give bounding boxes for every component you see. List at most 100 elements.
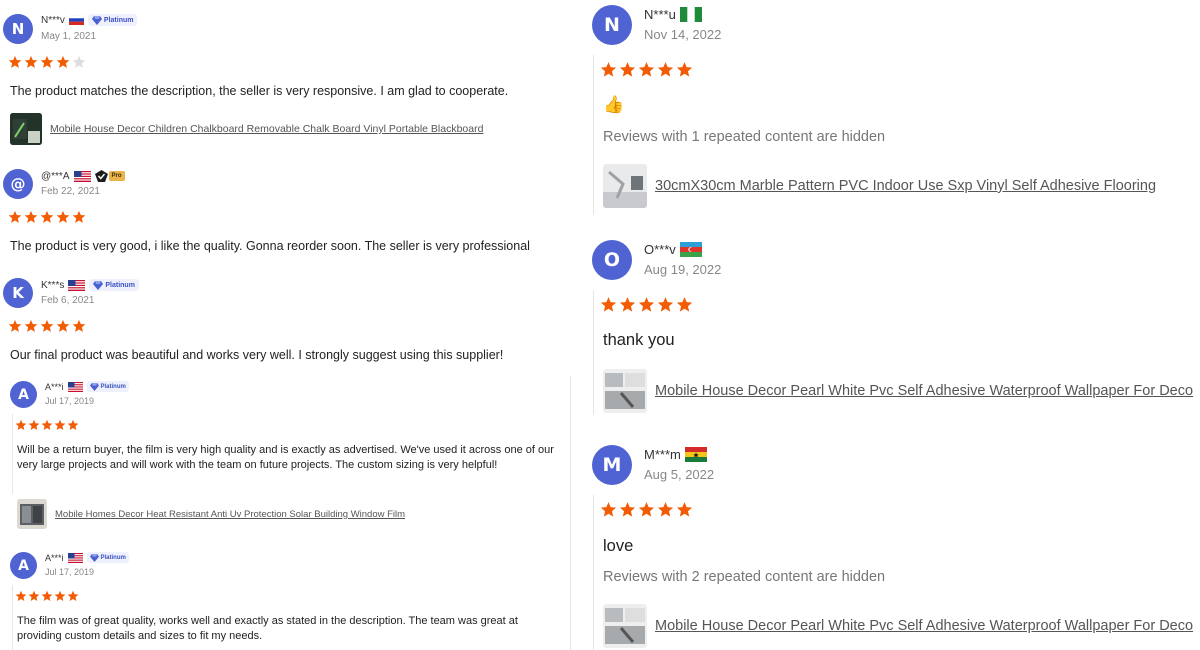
- review-guide-line: [593, 55, 594, 215]
- review-text: love: [603, 537, 634, 555]
- star-filled-icon: [28, 589, 40, 601]
- product-link-text[interactable]: Mobile House Decor Children Chalkboard R…: [50, 123, 483, 135]
- product-thumbnail: [10, 113, 42, 145]
- product-thumbnail: [603, 604, 647, 648]
- badge-label: Platinum: [100, 383, 126, 390]
- rating-stars: [15, 418, 80, 436]
- reviewer-name: @***A: [41, 170, 70, 182]
- star-filled-icon: [600, 501, 617, 518]
- avatar: O: [592, 240, 632, 280]
- azerbaijan-flag-icon: [679, 242, 702, 257]
- review-guide-line: [593, 290, 594, 415]
- diamond-icon: [89, 382, 99, 391]
- product-link-text[interactable]: 30cmX30cm Marble Pattern PVC Indoor Use …: [655, 178, 1156, 194]
- review-text: Will be a return buyer, the film is very…: [17, 444, 554, 471]
- star-filled-icon: [56, 210, 70, 224]
- reviewer-info: A***i Platinum: [45, 381, 129, 392]
- product-link[interactable]: Mobile House Decor Children Chalkboard R…: [10, 113, 483, 145]
- reviewer-info: K***s Platinum: [41, 279, 139, 291]
- review-guide-line: [12, 414, 13, 494]
- star-filled-icon: [638, 501, 655, 518]
- star-filled-icon: [54, 589, 66, 601]
- platinum-badge: Platinum: [86, 381, 129, 392]
- badge-label: Platinum: [105, 281, 135, 289]
- reviewer-name: M***m: [644, 447, 681, 462]
- rating-stars: [600, 296, 695, 318]
- review-text: The product is very good, i like the qua…: [10, 239, 530, 253]
- star-filled-icon: [40, 210, 54, 224]
- rating-stars: [8, 319, 88, 338]
- star-filled-icon: [657, 61, 674, 78]
- review-date: Nov 14, 2022: [644, 27, 722, 42]
- star-filled-icon: [15, 589, 27, 601]
- review-guide-line: [593, 495, 594, 650]
- us-flag-icon: [67, 381, 83, 392]
- product-link-text[interactable]: Mobile Homes Decor Heat Resistant Anti U…: [55, 509, 405, 520]
- rating-stars: [8, 55, 88, 74]
- product-thumbnail: [603, 369, 647, 413]
- diamond-icon: [91, 15, 102, 25]
- hidden-content-note: Reviews with 2 repeated content are hidd…: [603, 569, 886, 585]
- nigeria-flag-icon: [679, 7, 702, 22]
- platinum-badge: Platinum: [87, 14, 138, 26]
- us-flag-icon: [73, 170, 91, 182]
- reviewer-info: A***i Platinum: [45, 552, 129, 563]
- star-filled-icon: [619, 61, 636, 78]
- star-filled-icon: [676, 61, 693, 78]
- star-filled-icon: [40, 319, 54, 333]
- star-filled-icon: [72, 319, 86, 333]
- star-filled-icon: [67, 418, 79, 430]
- star-filled-icon: [24, 55, 38, 69]
- avatar: M: [592, 445, 632, 485]
- review-date: Aug 19, 2022: [644, 262, 722, 277]
- product-link[interactable]: Mobile House Decor Pearl White Pvc Self …: [603, 604, 1193, 648]
- star-filled-icon: [676, 296, 693, 313]
- star-filled-icon: [54, 418, 66, 430]
- review-date: May 1, 2021: [41, 31, 97, 42]
- star-filled-icon: [638, 296, 655, 313]
- star-filled-icon: [67, 589, 79, 601]
- star-filled-icon: [638, 61, 655, 78]
- star-filled-icon: [8, 210, 22, 224]
- reviewer-name: N***v: [41, 14, 65, 26]
- rating-stars: [15, 589, 80, 607]
- star-empty-icon: [72, 55, 86, 69]
- review-guide-line: [12, 585, 13, 650]
- star-filled-icon: [8, 319, 22, 333]
- reviewer-name: K***s: [41, 279, 65, 291]
- star-filled-icon: [15, 418, 27, 430]
- product-thumbnail: [603, 164, 647, 208]
- pro-badge: Pro: [94, 170, 125, 182]
- avatar: N: [592, 5, 632, 45]
- review-text: The film was of great quality, works wel…: [17, 615, 518, 642]
- review-date: Feb 6, 2021: [41, 295, 95, 306]
- avatar: @: [3, 169, 33, 199]
- product-link[interactable]: 30cmX30cm Marble Pattern PVC Indoor Use …: [603, 164, 1156, 208]
- star-filled-icon: [600, 61, 617, 78]
- product-link-text[interactable]: Mobile House Decor Pearl White Pvc Self …: [655, 383, 1193, 399]
- rating-stars: [8, 210, 88, 229]
- avatar: A: [10, 552, 37, 579]
- review-text: thank you: [603, 331, 675, 349]
- ghana-flag-icon: [684, 447, 707, 462]
- review-text: The product matches the description, the…: [10, 84, 509, 98]
- avatar: N: [3, 14, 33, 44]
- star-filled-icon: [24, 210, 38, 224]
- reviewer-info: M***m: [644, 447, 707, 462]
- star-filled-icon: [40, 55, 54, 69]
- rating-stars: [600, 501, 695, 523]
- product-link[interactable]: Mobile Homes Decor Heat Resistant Anti U…: [17, 499, 405, 529]
- star-filled-icon: [56, 55, 70, 69]
- us-flag-icon: [67, 552, 83, 563]
- star-filled-icon: [657, 501, 674, 518]
- review-date: Aug 5, 2022: [644, 467, 715, 482]
- diamond-icon: [89, 553, 99, 562]
- product-link-text[interactable]: Mobile House Decor Pearl White Pvc Self …: [655, 618, 1193, 634]
- column-divider: [570, 376, 571, 650]
- reviewer-info: N***v Platinum: [41, 14, 138, 26]
- pro-crown-icon: [94, 170, 108, 182]
- product-link[interactable]: Mobile House Decor Pearl White Pvc Self …: [603, 369, 1193, 413]
- reviewer-info: O***v: [644, 242, 702, 257]
- platinum-badge: Platinum: [89, 279, 139, 291]
- star-filled-icon: [619, 296, 636, 313]
